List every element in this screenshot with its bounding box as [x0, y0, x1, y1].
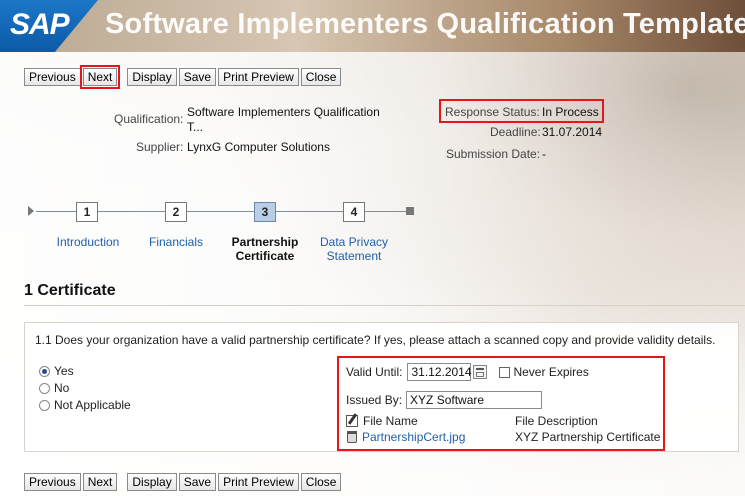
wizard-step-1[interactable]: 1 — [76, 202, 98, 222]
calendar-icon[interactable] — [473, 365, 488, 379]
response-status-value: In Process — [542, 105, 599, 119]
option-not-applicable-label: Not Applicable — [54, 398, 131, 412]
deadline-value: 31.07.2014 — [542, 125, 603, 139]
next-button-bottom[interactable]: Next — [82, 473, 118, 491]
file-name-header: File Name — [363, 414, 418, 428]
display-button-bottom[interactable]: Display — [127, 473, 177, 491]
sap-logo-text: SAP — [10, 8, 70, 41]
radio-not-applicable[interactable] — [39, 399, 50, 411]
print-preview-button[interactable]: Print Preview — [218, 68, 299, 86]
step-1-label-text: Introduction — [56, 235, 120, 249]
step-4-label-line1: Data Privacy — [319, 235, 389, 249]
issued-by-input[interactable]: XYZ Software — [406, 391, 543, 409]
bottom-toolbar: Previous Next Display Save Print Preview… — [24, 473, 343, 491]
page-title: Software Implementers Qualification Temp… — [105, 8, 745, 40]
issued-by-row: Issued By: XYZ Software — [346, 391, 543, 409]
wizard-step-4[interactable]: 4 — [343, 202, 365, 222]
wizard-step-3-label: Partnership Certificate — [225, 235, 305, 263]
sap-logo: SAP — [0, 0, 98, 52]
close-button-bottom[interactable]: Close — [300, 473, 342, 491]
valid-until-row: Valid Until: 31.12.2014 Never Expires — [346, 363, 589, 381]
attachment-description-text: XYZ Partnership Certificate — [515, 430, 661, 444]
valid-until-label: Valid Until: — [346, 365, 403, 379]
option-no-label: No — [54, 381, 70, 395]
attachment-row: PartnershipCert.jpg — [347, 430, 465, 444]
supplier-value: LynxG Computer Solutions — [187, 140, 330, 154]
section-divider — [24, 305, 745, 306]
wizard-step-3[interactable]: 3 — [254, 202, 276, 222]
previous-button-bottom[interactable]: Previous — [24, 473, 81, 491]
file-description-header: File Description — [515, 414, 598, 428]
deadline-label: Deadline: — [490, 125, 541, 139]
previous-button[interactable]: Previous — [24, 68, 81, 86]
attachment-description: XYZ Partnership Certificate — [515, 430, 660, 444]
option-no[interactable]: No — [39, 381, 69, 395]
step-2-label-text: Financials — [148, 235, 204, 249]
wizard-step-1-label[interactable]: Introduction — [48, 235, 128, 249]
wizard-step-4-label[interactable]: Data Privacy Statement — [314, 235, 394, 263]
supplier-label: Supplier: — [136, 140, 184, 154]
save-button[interactable]: Save — [178, 68, 217, 86]
question-text: 1.1 Does your organization have a valid … — [35, 333, 716, 347]
section-title: 1 Certificate — [24, 282, 116, 299]
issued-by-label: Issued By: — [346, 393, 403, 407]
submission-date-label: Submission Date: — [446, 147, 541, 161]
never-expires-checkbox[interactable] — [499, 366, 511, 378]
response-status-label: Response Status: — [445, 105, 540, 119]
radio-no[interactable] — [39, 382, 50, 394]
never-expires-label: Never Expires — [513, 365, 589, 379]
step-3-label-line2: Certificate — [235, 249, 295, 263]
display-button[interactable]: Display — [127, 68, 177, 86]
attachment-link[interactable]: PartnershipCert.jpg — [362, 430, 465, 444]
save-button-bottom[interactable]: Save — [178, 473, 217, 491]
valid-until-input[interactable]: 31.12.2014 — [407, 363, 472, 381]
trash-icon[interactable] — [347, 431, 357, 443]
edit-attachment-icon[interactable] — [346, 415, 358, 427]
option-yes-label: Yes — [54, 364, 74, 378]
option-not-applicable[interactable]: Not Applicable — [39, 398, 131, 412]
next-button[interactable]: Next — [79, 65, 121, 89]
file-header-row: File Name — [346, 414, 418, 428]
submission-date-value: - — [542, 147, 546, 161]
radio-yes[interactable] — [39, 365, 50, 377]
option-yes[interactable]: Yes — [39, 364, 74, 378]
wizard-steps: 1 2 3 4 Introduction Financials Partners… — [28, 198, 418, 268]
wizard-step-2-label[interactable]: Financials — [136, 235, 216, 249]
step-4-label-line2: Statement — [326, 249, 382, 263]
qualification-value-line2: T... — [187, 120, 204, 134]
header-banner: SAP Software Implementers Qualification … — [0, 0, 745, 52]
qualification-label: Qualification: — [114, 112, 184, 126]
file-description-header-text: File Description — [515, 414, 598, 428]
qualification-value-line1: Software Implementers Qualification — [187, 105, 380, 119]
print-preview-button-bottom[interactable]: Print Preview — [218, 473, 299, 491]
top-toolbar: Previous Next Display Save Print Preview… — [24, 65, 343, 89]
step-3-label-line1: Partnership — [231, 235, 299, 249]
end-square-icon — [406, 207, 414, 215]
start-arrow-icon — [28, 206, 34, 216]
close-button[interactable]: Close — [300, 68, 342, 86]
wizard-step-2[interactable]: 2 — [165, 202, 187, 222]
